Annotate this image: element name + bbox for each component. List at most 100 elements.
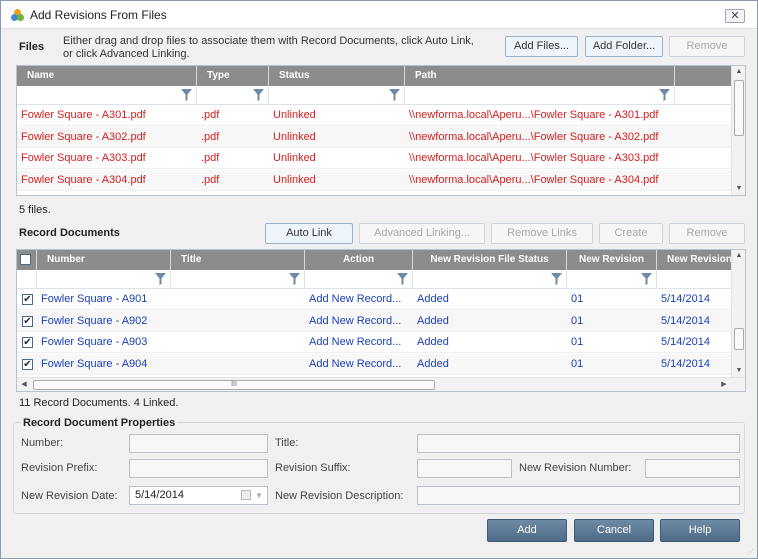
filter-cell-number[interactable] (37, 270, 171, 289)
resize-grip-icon[interactable]: ⋰ (747, 548, 755, 556)
revision-suffix-field[interactable] (417, 459, 512, 478)
records-remove-button[interactable]: Remove (669, 223, 745, 244)
scroll-up-icon[interactable]: ▲ (732, 66, 745, 78)
table-row[interactable]: Fowler Square - A301.pdf .pdf Unlinked \\ne… (17, 105, 733, 126)
record-action-cell[interactable]: Add New Record... (305, 311, 413, 332)
column-header-file-status[interactable]: New Revision File Status (413, 250, 567, 270)
scroll-down-icon[interactable]: ▼ (732, 365, 745, 377)
filter-icon[interactable] (659, 89, 670, 101)
new-revision-date-label: New Revision Date: (21, 490, 118, 502)
records-vertical-scrollbar[interactable]: ▲ ▼ (731, 250, 745, 377)
filter-icon[interactable] (551, 273, 562, 285)
close-button[interactable]: ✕ (725, 9, 745, 23)
filter-icon[interactable] (289, 273, 300, 285)
file-name-cell: Fowler Square - A303.pdf (21, 152, 146, 164)
files-vertical-scrollbar[interactable]: ▲ ▼ (731, 66, 745, 195)
filter-cell-new-revision[interactable] (567, 270, 657, 289)
filter-cell-name[interactable] (17, 86, 197, 105)
row-checkbox[interactable]: ✔ (22, 294, 33, 305)
table-row[interactable]: Fowler Square - A304.pdf .pdf Unlinked \\ne… (17, 169, 733, 191)
table-row[interactable]: ✔ Fowler Square - A902 Add New Record... Ad… (17, 310, 733, 332)
file-path-cell: \\newforma.local\Aperu...\Fowler Square … (409, 109, 659, 121)
column-header-number[interactable]: Number (37, 250, 171, 270)
filter-cell-status[interactable] (269, 86, 405, 105)
record-number-cell: Fowler Square - A901 (41, 293, 148, 305)
remove-links-button[interactable]: Remove Links (491, 223, 593, 244)
revision-prefix-label: Revision Prefix: (21, 462, 98, 474)
revision-prefix-field[interactable] (129, 459, 268, 478)
scroll-thumb[interactable]: III (33, 380, 435, 390)
record-action-cell[interactable]: Add New Record... (305, 332, 413, 353)
create-button[interactable]: Create (599, 223, 663, 244)
table-row[interactable]: ✔ Fowler Square - A904 Add New Record... Ad… (17, 353, 733, 375)
column-header-select[interactable] (17, 250, 37, 270)
table-row[interactable]: ✔ Fowler Square - A901 Add New Record... Ad… (17, 289, 733, 310)
number-field[interactable] (129, 434, 268, 453)
auto-link-button[interactable]: Auto Link (265, 223, 353, 244)
scroll-thumb[interactable] (734, 328, 744, 350)
chevron-down-icon[interactable]: ▼ (255, 487, 263, 504)
filter-cell-new-revision-date[interactable] (657, 270, 733, 289)
filter-icon[interactable] (181, 89, 192, 101)
file-type-cell: .pdf (201, 173, 220, 186)
column-header-path[interactable]: Path (405, 66, 675, 86)
filter-icon[interactable] (253, 89, 264, 101)
column-header-type[interactable]: Type (197, 66, 269, 86)
scroll-left-icon[interactable]: ◀ (17, 378, 31, 391)
filter-icon[interactable] (155, 273, 166, 285)
row-checkbox[interactable]: ✔ (22, 337, 33, 348)
column-header-status[interactable]: Status (269, 66, 405, 86)
file-name-cell: Fowler Square - A304.pdf (21, 173, 146, 186)
records-count: 11 Record Documents. 4 Linked. (19, 397, 179, 409)
filter-icon[interactable] (397, 273, 408, 285)
table-row[interactable]: Fowler Square - A303.pdf .pdf Unlinked \\ne… (17, 148, 733, 169)
record-revision-cell: 01 (571, 293, 584, 305)
title-field[interactable] (417, 434, 740, 453)
records-horizontal-scrollbar[interactable]: ◀ III ▶ (17, 377, 745, 391)
filter-cell-type[interactable] (197, 86, 269, 105)
column-header-new-revision[interactable]: New Revision (567, 250, 657, 270)
select-all-checkbox[interactable] (20, 254, 31, 265)
row-checkbox[interactable]: ✔ (22, 358, 33, 370)
add-files-button[interactable]: Add Files... (505, 36, 578, 57)
scroll-right-icon[interactable]: ▶ (717, 378, 731, 391)
advanced-linking-button[interactable]: Advanced Linking... (359, 223, 485, 244)
table-row[interactable]: Fowler Square - A305.pdf.pdfUnlinked\\ne… (17, 191, 733, 195)
record-number-cell: Fowler Square - A902 (41, 314, 148, 327)
records-grid: Number Title Action New Revision File St… (16, 249, 746, 392)
scroll-up-icon[interactable]: ▲ (732, 250, 745, 262)
record-revision-cell: 01 (571, 336, 584, 348)
column-header-new-revision-date[interactable]: New Revision Date (657, 250, 733, 270)
record-file-status-cell: Added (417, 336, 449, 348)
row-checkbox[interactable]: ✔ (22, 315, 33, 327)
record-revision-cell: 01 (571, 314, 584, 327)
help-button[interactable]: Help (660, 519, 740, 542)
add-button[interactable]: Add (487, 519, 567, 542)
record-revision-cell: 01 (571, 357, 584, 370)
scroll-thumb[interactable] (734, 80, 744, 136)
new-revision-number-field[interactable] (645, 459, 740, 478)
scroll-down-icon[interactable]: ▼ (732, 183, 745, 195)
files-header-row: Name Type Status Path (17, 66, 733, 86)
calendar-icon[interactable] (241, 490, 251, 500)
filter-cell-path[interactable] (405, 86, 675, 105)
column-header-action[interactable]: Action (305, 250, 413, 270)
filter-icon[interactable] (389, 89, 400, 101)
add-folder-button[interactable]: Add Folder... (585, 36, 663, 57)
new-revision-description-field[interactable] (417, 486, 740, 505)
column-header-name[interactable]: Name (17, 66, 197, 86)
record-action-cell[interactable]: Add New Record... (305, 354, 413, 375)
files-remove-button[interactable]: Remove (669, 36, 745, 57)
filter-icon[interactable] (641, 273, 652, 285)
filter-cell-action[interactable] (305, 270, 413, 289)
filter-cell-select (17, 270, 37, 289)
filter-cell-title[interactable] (171, 270, 305, 289)
table-row[interactable]: ✔ Fowler Square - A903 Add New Record... Ad… (17, 332, 733, 353)
filter-cell-file-status[interactable] (413, 270, 567, 289)
cancel-button[interactable]: Cancel (574, 519, 654, 542)
column-header-title[interactable]: Title (171, 250, 305, 270)
table-row[interactable]: Fowler Square - A302.pdf .pdf Unlinked \\ne… (17, 126, 733, 148)
new-revision-date-field[interactable]: 5/14/2014 ▼ (129, 486, 268, 505)
record-action-cell[interactable]: Add New Record... (305, 289, 413, 310)
files-grid: Name Type Status Path Fowler Square - A3… (16, 65, 746, 196)
